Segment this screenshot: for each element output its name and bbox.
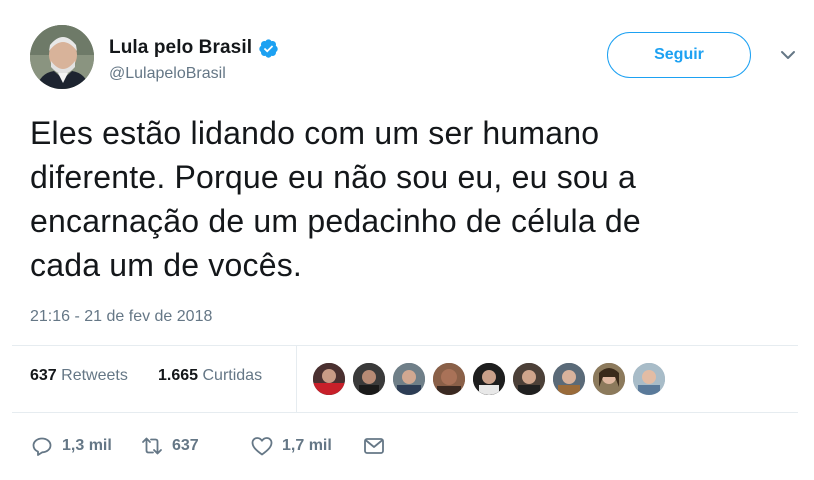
- liker-avatar[interactable]: [592, 362, 626, 396]
- envelope-icon: [364, 438, 384, 454]
- liker-avatar[interactable]: [472, 362, 506, 396]
- retweets-count: 637: [30, 367, 57, 384]
- liker-avatar[interactable]: [432, 362, 466, 396]
- follow-button[interactable]: Seguir: [607, 32, 751, 78]
- stats-divider: [296, 346, 297, 412]
- retweets-stat[interactable]: 637 Retweets: [30, 367, 128, 385]
- display-name[interactable]: Lula pelo Brasil: [109, 37, 252, 59]
- liker-avatar[interactable]: [312, 362, 346, 396]
- profile-avatar[interactable]: [30, 25, 94, 89]
- tweet-header: Lula pelo Brasil @LulapeloBrasil Seguir: [30, 25, 795, 95]
- liker-avatar[interactable]: [352, 362, 386, 396]
- liker-avatar[interactable]: [392, 362, 426, 396]
- likes-stat[interactable]: 1.665 Curtidas: [158, 367, 262, 385]
- retweet-button[interactable]: 637: [140, 428, 199, 464]
- like-count: 1,7 mil: [282, 437, 332, 454]
- tweet-stats: 637 Retweets 1.665 Curtidas: [12, 345, 798, 413]
- tweet-actions: 1,3 mil 637 1,7 mil: [30, 428, 790, 464]
- retweet-count: 637: [172, 437, 199, 454]
- heart-icon: [251, 437, 273, 456]
- verified-badge-icon: [258, 38, 279, 59]
- name-row: Lula pelo Brasil: [109, 37, 279, 59]
- chevron-down-icon[interactable]: [778, 45, 798, 65]
- liker-avatar[interactable]: [632, 362, 666, 396]
- reply-count: 1,3 mil: [62, 437, 112, 454]
- reply-button[interactable]: 1,3 mil: [30, 428, 112, 464]
- likes-count: 1.665: [158, 367, 199, 384]
- account-handle[interactable]: @LulapeloBrasil: [109, 65, 226, 83]
- retweets-label: Retweets: [61, 367, 128, 384]
- tweet-timestamp[interactable]: 21:16 - 21 de fev de 2018: [30, 308, 212, 326]
- likes-label: Curtidas: [202, 367, 263, 384]
- liker-avatar[interactable]: [512, 362, 546, 396]
- direct-message-button[interactable]: [362, 428, 386, 464]
- reply-icon: [32, 437, 52, 456]
- like-button[interactable]: 1,7 mil: [250, 428, 332, 464]
- retweet-icon: [142, 437, 162, 455]
- tweet-text: Eles estão lidando com um ser humano dif…: [30, 115, 641, 283]
- liker-avatar[interactable]: [552, 362, 586, 396]
